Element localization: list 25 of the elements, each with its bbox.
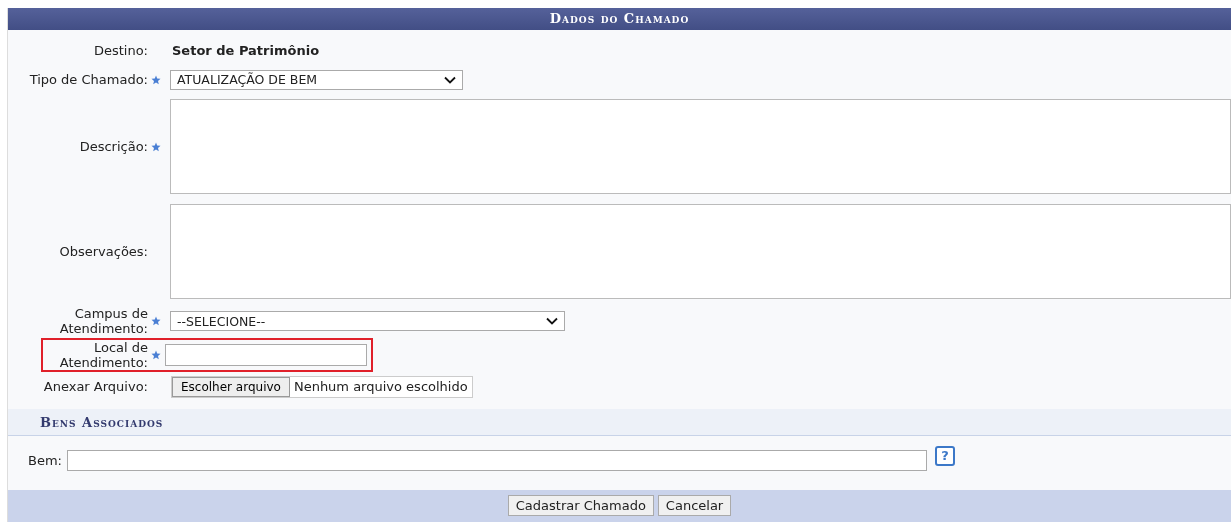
help-button[interactable]: ? [934,446,955,466]
section-header: Bens Associados [8,409,1231,436]
text-area[interactable] [170,99,1231,194]
field-label: Destino: [92,43,148,58]
field-label: Tipo de Chamado: [28,72,148,87]
select-field[interactable]: --SELECIONE-- [170,311,565,331]
select-field[interactable]: ATUALIZAÇÃO DE BEM [170,69,463,90]
asset-input[interactable] [66,449,927,471]
chevron-down-icon [546,317,558,325]
file-status: Nenhum arquivo escolhido [289,376,472,397]
text-area[interactable] [170,204,1231,299]
field-label: Campus de Atendimento: [58,306,148,336]
field-label: Bem: [28,452,62,468]
choose-file-button[interactable]: Escolher arquivo [172,376,290,397]
field-label: Anexar Arquivo: [42,379,148,394]
form-button[interactable]: Cadastrar Chamado [507,495,654,516]
field-label: Descrição: [78,139,148,154]
form-title: Dados do Chamado [8,8,1231,30]
field-label: Local de Atendimento: [58,340,148,370]
field-label: Observações: [58,244,148,259]
location-input[interactable] [165,344,367,366]
destination-value: Setor de Patrimônio [172,43,320,58]
file-field[interactable]: Escolher arquivo Nenhum arquivo escolhido [171,375,473,398]
form-button[interactable]: Cancelar [657,495,732,516]
chevron-down-icon [444,75,456,84]
